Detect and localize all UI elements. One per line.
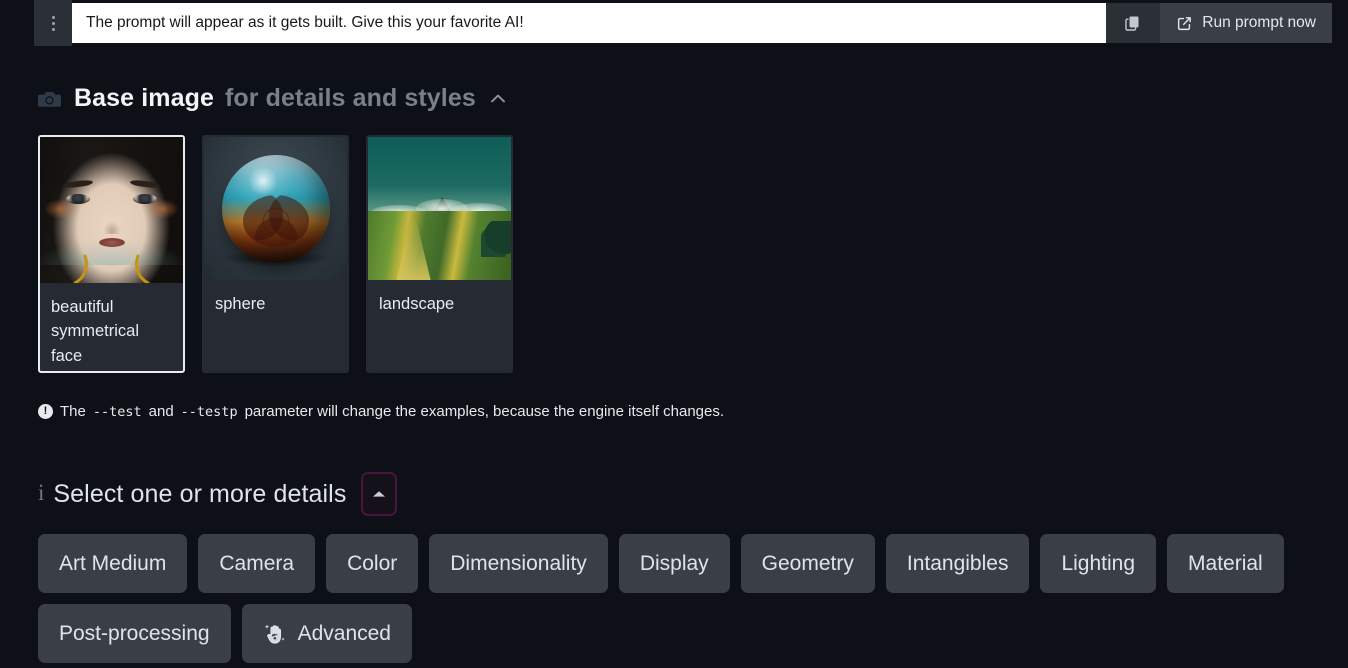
base-image-header: Base image for details and styles: [0, 84, 1348, 113]
kebab-dot: [51, 15, 55, 19]
chip-geometry[interactable]: Geometry: [740, 534, 875, 593]
chip-art-medium[interactable]: Art Medium: [38, 534, 188, 593]
note-code-test: --test: [92, 403, 142, 420]
chip-label: Camera: [219, 551, 295, 575]
prompt-actions: Run prompt now: [1106, 3, 1332, 43]
thumbnail-landscape: [368, 137, 511, 280]
note-text-part2: and: [148, 403, 174, 420]
prompt-input[interactable]: [72, 3, 1107, 43]
kebab-dot: [51, 21, 55, 25]
info-filled-icon: !: [38, 404, 53, 419]
details-collapse-chevron-up-icon[interactable]: [361, 472, 398, 516]
kebab-menu-icon[interactable]: [34, 0, 72, 46]
chip-label: Art Medium: [59, 551, 167, 575]
chip-label: Geometry: [761, 551, 854, 575]
external-link-icon: [1178, 16, 1192, 30]
base-image-collapse-chevron-up-icon[interactable]: [490, 94, 505, 103]
chip-camera[interactable]: Camera: [198, 534, 316, 593]
info-icon: i: [38, 480, 45, 505]
chip-label: Color: [347, 551, 398, 575]
magic-hand-icon: [263, 622, 288, 646]
note-text-part3: parameter will change the examples, beca…: [244, 403, 725, 420]
chip-intangibles[interactable]: Intangibles: [885, 534, 1030, 593]
chip-color[interactable]: Color: [326, 534, 419, 593]
details-header: i Select one or more details: [0, 472, 1348, 516]
base-image-card-sphere[interactable]: sphere: [202, 135, 349, 373]
chip-advanced[interactable]: Advanced: [241, 604, 412, 663]
base-image-note: ! The --test and --testp parameter will …: [0, 403, 1348, 420]
base-image-subtitle: for details and styles: [224, 84, 476, 112]
chip-lighting[interactable]: Lighting: [1040, 534, 1157, 593]
chip-material[interactable]: Material: [1167, 534, 1284, 593]
chip-label: Post-processing: [59, 621, 210, 645]
base-image-card-landscape[interactable]: landscape: [366, 135, 513, 373]
prompt-toolbar: Run prompt now: [0, 0, 1348, 46]
chip-label: Dimensionality: [450, 551, 587, 575]
thumbnail-face: [40, 137, 183, 283]
note-text-part1: The: [60, 403, 86, 420]
base-image-card-label: beautiful symmetrical face: [51, 298, 140, 365]
note-code-testp: --testp: [180, 403, 238, 420]
chip-dimensionality[interactable]: Dimensionality: [429, 534, 608, 593]
base-image-card-label: sphere: [215, 295, 266, 313]
run-prompt-label: Run prompt now: [1202, 14, 1316, 31]
kebab-dot: [51, 27, 55, 31]
base-image-card-label: landscape: [379, 295, 455, 313]
base-image-title: Base image: [74, 84, 214, 112]
chip-label: Material: [1188, 551, 1263, 575]
details-chip-list: Art Medium Camera Color Dimensionality D…: [0, 534, 1300, 663]
copy-icon: [1125, 16, 1139, 31]
chip-label: Lighting: [1061, 551, 1136, 575]
chip-display[interactable]: Display: [618, 534, 730, 593]
details-title: Select one or more details: [53, 479, 347, 508]
run-prompt-button[interactable]: Run prompt now: [1160, 3, 1332, 43]
base-image-card-list: beautiful symmetrical face sphere landsc…: [0, 135, 1348, 373]
chip-label: Intangibles: [906, 551, 1009, 575]
copy-prompt-button[interactable]: [1106, 3, 1160, 43]
chip-post-processing[interactable]: Post-processing: [38, 604, 231, 663]
chip-label: Advanced: [297, 621, 391, 645]
camera-icon: [38, 89, 63, 109]
base-image-card-face[interactable]: beautiful symmetrical face: [38, 135, 185, 373]
chip-label: Display: [639, 551, 709, 575]
thumbnail-sphere: [204, 137, 347, 280]
